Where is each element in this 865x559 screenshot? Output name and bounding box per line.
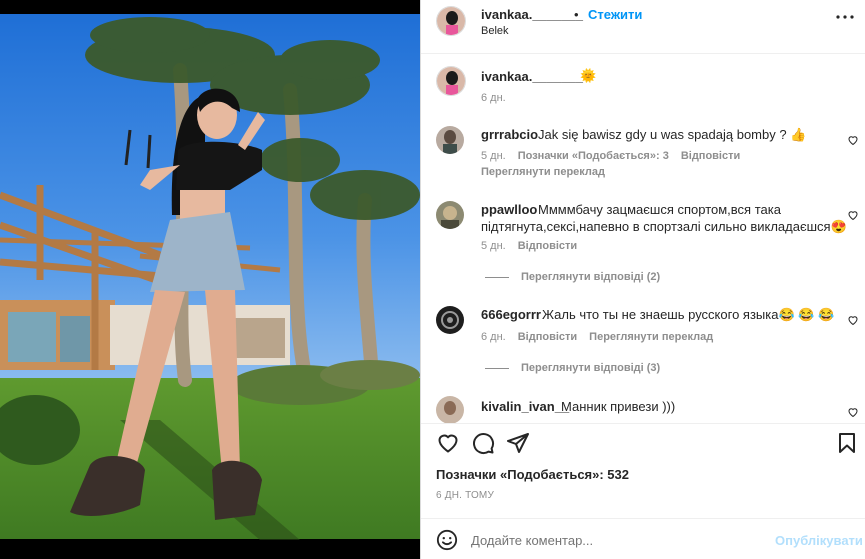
view-replies-button[interactable]: Переглянути відповіді (2) bbox=[521, 271, 660, 283]
comment-text-line-2: підтягнута,сексі,напевно в спортзалі сил… bbox=[481, 219, 847, 234]
share-icon[interactable] bbox=[506, 431, 530, 455]
likes-count[interactable]: Позначки «Подобається»: 532 bbox=[436, 467, 629, 482]
follow-button[interactable]: Стежити bbox=[588, 7, 642, 22]
caption-text: 🌞 bbox=[580, 68, 597, 83]
caption-time[interactable]: 6 дн. bbox=[481, 92, 506, 104]
comment-meta: 6 дн. Відповісти Переглянути переклад bbox=[481, 331, 725, 343]
translate-button[interactable]: Переглянути переклад bbox=[589, 331, 713, 343]
reply-button[interactable]: Відповісти bbox=[681, 150, 740, 162]
comment-time[interactable]: 5 дн. bbox=[481, 150, 506, 162]
comment-likes[interactable]: Позначки «Подобається»: 3 bbox=[518, 150, 669, 162]
author-avatar[interactable] bbox=[436, 6, 466, 36]
post-location[interactable]: Belek bbox=[481, 25, 509, 37]
post-header: ivankaa._______ • Стежити Belek bbox=[421, 0, 865, 54]
comment-username[interactable]: grrrabcio bbox=[481, 127, 538, 142]
header-separator: • bbox=[574, 7, 579, 22]
replies-divider bbox=[485, 277, 509, 278]
caption-username[interactable]: ivankaa._______ bbox=[481, 69, 583, 84]
reply-button[interactable]: Відповісти bbox=[518, 240, 577, 252]
post-image bbox=[0, 0, 420, 559]
heart-icon[interactable] bbox=[436, 431, 460, 455]
comment-avatar[interactable] bbox=[436, 396, 464, 423]
comment-avatar[interactable] bbox=[436, 201, 464, 229]
comment-input[interactable] bbox=[471, 529, 761, 551]
comment-username[interactable]: kivalin_ivan__ bbox=[481, 399, 569, 414]
post-side-panel: ivankaa._______ • Стежити Belek ivankaa.… bbox=[420, 0, 865, 559]
more-horizontal-icon[interactable] bbox=[835, 10, 855, 24]
author-username[interactable]: ivankaa._______ bbox=[481, 7, 583, 22]
comment-like-heart-icon[interactable] bbox=[847, 209, 859, 221]
comment-username[interactable]: 666egorrr bbox=[481, 307, 541, 322]
post-photo[interactable] bbox=[0, 0, 420, 559]
comment-icon[interactable] bbox=[471, 431, 495, 455]
comment-time[interactable]: 6 дн. bbox=[481, 331, 506, 343]
comment-avatar[interactable] bbox=[436, 306, 464, 334]
comment-text-line-1: Ммммбачу зацмаєшся спортом,вся така bbox=[538, 202, 781, 217]
comment-text: Жаль что ты не знаешь русского языка😂 😂 … bbox=[542, 307, 835, 322]
reply-button[interactable]: Відповісти bbox=[518, 331, 577, 343]
comment-text: Манник привези ))) bbox=[561, 399, 676, 414]
comment-like-heart-icon[interactable] bbox=[847, 406, 859, 418]
instagram-post-view: ivankaa._______ • Стежити Belek ivankaa.… bbox=[0, 0, 865, 559]
caption-avatar[interactable] bbox=[436, 66, 466, 96]
comment-meta: 5 дн. Відповісти bbox=[481, 240, 589, 252]
comment-meta: 5 дн. Позначки «Подобається»: 3 Відповісти bbox=[481, 150, 752, 162]
add-comment-bar: Опублікувати bbox=[421, 518, 865, 559]
post-timestamp[interactable]: 6 ДН. ТОМУ bbox=[436, 490, 494, 501]
emoji-icon[interactable] bbox=[436, 529, 458, 551]
bookmark-icon[interactable] bbox=[835, 431, 859, 455]
replies-divider bbox=[485, 368, 509, 369]
comment-time[interactable]: 5 дн. bbox=[481, 240, 506, 252]
translate-button[interactable]: Переглянути переклад bbox=[481, 166, 605, 178]
view-replies-button[interactable]: Переглянути відповіді (3) bbox=[521, 362, 660, 374]
comments-list[interactable]: ivankaa._______ 🌞 6 дн. grrrabcio Jak si… bbox=[421, 54, 865, 423]
comment-avatar[interactable] bbox=[436, 126, 464, 154]
comment-text: Jak się bawisz gdy u was spadają bomby ?… bbox=[538, 127, 807, 142]
comment-username[interactable]: ppawlloo bbox=[481, 202, 537, 217]
comment-like-heart-icon[interactable] bbox=[847, 314, 859, 326]
comment-like-heart-icon[interactable] bbox=[847, 134, 859, 146]
publish-button[interactable]: Опублікувати bbox=[775, 533, 863, 548]
